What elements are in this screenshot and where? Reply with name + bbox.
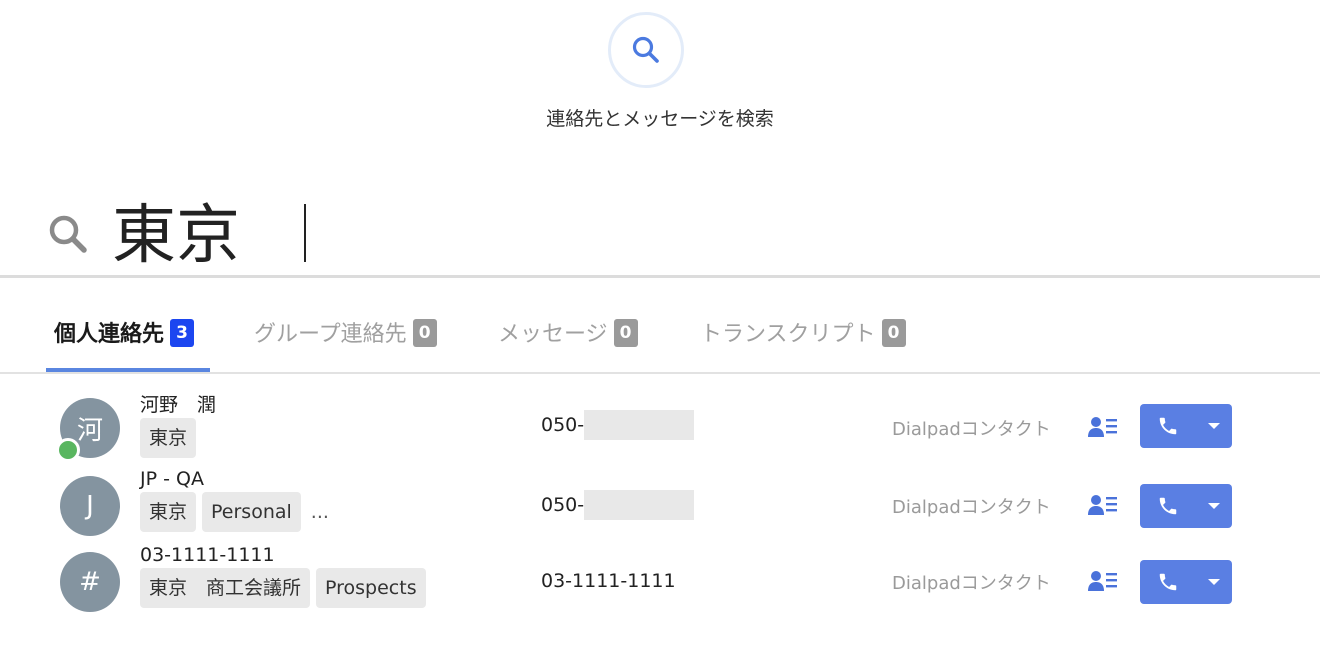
contact-tags: 東京 商工会議所 Prospects bbox=[140, 568, 426, 608]
chevron-down-icon bbox=[1208, 503, 1220, 509]
avatar: J bbox=[60, 476, 120, 536]
phone-number: 050- bbox=[541, 414, 585, 436]
text-caret bbox=[304, 204, 306, 262]
redacted-phone bbox=[584, 410, 695, 440]
search-icon bbox=[49, 215, 87, 253]
tag: 東京 bbox=[140, 492, 197, 532]
call-options-dropdown[interactable] bbox=[1196, 404, 1232, 448]
contact-tags: 東京 bbox=[140, 418, 197, 458]
tab-label: グループ連絡先 bbox=[254, 322, 407, 347]
more-tags: ... bbox=[310, 501, 329, 523]
tab-transcripts[interactable]: トランスクリプト 0 bbox=[700, 304, 906, 372]
tab-personal-contacts[interactable]: 個人連絡先 3 bbox=[46, 304, 210, 372]
tab-label: メッセージ bbox=[498, 322, 608, 347]
call-button-group bbox=[1140, 484, 1232, 528]
contact-row[interactable]: # 03-1111-1111 東京 商工会議所 Prospects 03-111… bbox=[0, 544, 1320, 620]
call-button[interactable] bbox=[1140, 484, 1196, 528]
search-input[interactable] bbox=[112, 190, 1262, 270]
contact-card-button[interactable] bbox=[1086, 566, 1120, 596]
avatar: # bbox=[60, 552, 120, 612]
contact-row[interactable]: J JP - QA 東京 Personal ... 050- Dialpadコン… bbox=[0, 468, 1320, 544]
contact-name: JP - QA bbox=[140, 468, 204, 490]
contact-card-icon bbox=[1088, 417, 1117, 437]
chevron-down-icon bbox=[1208, 423, 1220, 429]
contact-row[interactable]: 河 河野 潤 東京 050- Dialpadコンタクト bbox=[0, 390, 1320, 466]
phone-icon bbox=[1159, 417, 1177, 435]
call-button[interactable] bbox=[1140, 404, 1196, 448]
contact-tags: 東京 Personal ... bbox=[140, 492, 329, 532]
tag: 東京 商工会議所 bbox=[140, 568, 311, 608]
count-badge: 0 bbox=[412, 319, 437, 347]
tab-label: 個人連絡先 bbox=[54, 322, 165, 347]
count-badge: 3 bbox=[170, 319, 195, 347]
contact-phone: 03-1111-1111 bbox=[541, 570, 676, 592]
tab-label: トランスクリプト bbox=[700, 322, 876, 347]
contact-phone: 050- bbox=[541, 410, 695, 440]
contact-card-button[interactable] bbox=[1086, 490, 1120, 520]
contact-card-button[interactable] bbox=[1086, 412, 1120, 442]
tag: Prospects bbox=[316, 568, 426, 608]
call-button-group bbox=[1140, 560, 1232, 604]
count-badge: 0 bbox=[881, 319, 906, 347]
result-tabs: 個人連絡先 3 グループ連絡先 0 メッセージ 0 トランスクリプト 0 bbox=[0, 304, 1320, 374]
contact-name: 03-1111-1111 bbox=[140, 544, 275, 566]
contact-card-icon bbox=[1088, 495, 1117, 515]
call-options-dropdown[interactable] bbox=[1196, 484, 1232, 528]
redacted-phone bbox=[584, 490, 695, 520]
tag: 東京 bbox=[140, 418, 197, 458]
phone-number: 050- bbox=[541, 494, 585, 516]
tab-group-contacts[interactable]: グループ連絡先 0 bbox=[254, 304, 437, 372]
phone-icon bbox=[1159, 497, 1177, 515]
hero-text: 連絡先とメッセージを検索 bbox=[546, 108, 774, 130]
search-bar bbox=[0, 186, 1320, 278]
phone-icon bbox=[1159, 573, 1177, 591]
call-button[interactable] bbox=[1140, 560, 1196, 604]
contact-source: Dialpadコンタクト bbox=[892, 573, 1051, 594]
chevron-down-icon bbox=[1208, 579, 1220, 585]
contact-source: Dialpadコンタクト bbox=[892, 497, 1051, 518]
contact-card-icon bbox=[1088, 571, 1117, 591]
contact-phone: 050- bbox=[541, 490, 695, 520]
tag: Personal bbox=[202, 492, 301, 532]
presence-indicator bbox=[56, 438, 80, 462]
tab-messages[interactable]: メッセージ 0 bbox=[498, 304, 638, 372]
count-badge: 0 bbox=[613, 319, 638, 347]
contact-source: Dialpadコンタクト bbox=[892, 419, 1051, 440]
search-hero: 連絡先とメッセージを検索 bbox=[0, 0, 1320, 150]
call-options-dropdown[interactable] bbox=[1196, 560, 1232, 604]
phone-number: 03-1111-1111 bbox=[541, 570, 676, 592]
search-icon bbox=[632, 36, 659, 63]
hero-search-circle bbox=[608, 12, 684, 88]
contact-name: 河野 潤 bbox=[140, 394, 217, 416]
call-button-group bbox=[1140, 404, 1232, 448]
